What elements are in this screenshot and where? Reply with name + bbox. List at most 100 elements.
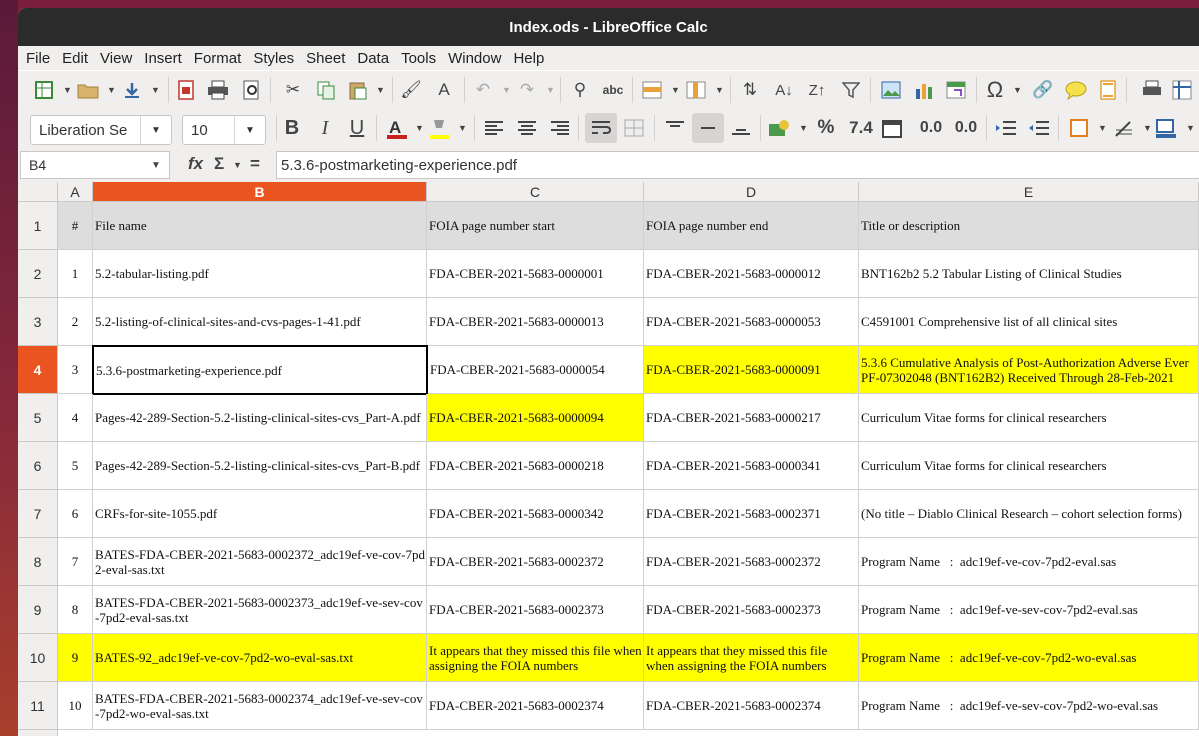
- bold-button[interactable]: B: [280, 116, 304, 140]
- table-cell[interactable]: It appears that they missed this file wh…: [644, 634, 859, 682]
- row-header[interactable]: 9: [18, 586, 58, 634]
- row-header[interactable]: 10: [18, 634, 58, 682]
- save-icon[interactable]: [120, 78, 144, 102]
- menu-view[interactable]: View: [94, 50, 138, 67]
- table-cell[interactable]: Pages-42-289-Section-5.2-listing-clinica…: [93, 442, 427, 490]
- print-preview-icon[interactable]: [240, 78, 264, 102]
- table-cell[interactable]: 9: [58, 634, 93, 682]
- increase-indent-icon[interactable]: [994, 116, 1018, 140]
- border-style-icon[interactable]: [1112, 116, 1136, 140]
- column-dropdown-icon[interactable]: ▼: [715, 85, 724, 95]
- border-style-dropdown-icon[interactable]: ▼: [1143, 123, 1152, 133]
- new-dropdown-icon[interactable]: ▼: [63, 85, 72, 95]
- row-header[interactable]: 2: [18, 250, 58, 298]
- sort-descending-icon[interactable]: Z↑: [805, 78, 829, 102]
- chevron-down-icon[interactable]: ▼: [143, 152, 169, 178]
- table-cell[interactable]: Pages-42-289-Section-5.2-listing-clinica…: [93, 394, 427, 442]
- table-cell[interactable]: 8: [58, 586, 93, 634]
- currency-dropdown-icon[interactable]: ▼: [799, 123, 808, 133]
- row-header[interactable]: 11: [18, 682, 58, 730]
- table-cell[interactable]: FDA-CBER-2021-5683-0002374: [427, 682, 644, 730]
- table-cell[interactable]: 6: [58, 490, 93, 538]
- save-dropdown-icon[interactable]: ▼: [151, 85, 160, 95]
- align-center-icon[interactable]: [515, 116, 539, 140]
- decrease-indent-icon[interactable]: [1027, 116, 1051, 140]
- border-color-icon[interactable]: [1154, 116, 1178, 140]
- table-cell[interactable]: FDA-CBER-2021-5683-0002373: [644, 586, 859, 634]
- freeze-rows-columns-icon[interactable]: [1170, 78, 1194, 102]
- formula-input[interactable]: 5.3.6-postmarketing-experience.pdf: [276, 151, 1199, 179]
- table-cell[interactable]: FDA-CBER-2021-5683-0002372: [644, 538, 859, 586]
- border-color-dropdown-icon[interactable]: ▼: [1186, 123, 1195, 133]
- comment-icon[interactable]: [1064, 78, 1088, 102]
- table-cell[interactable]: 3: [58, 346, 93, 394]
- menu-data[interactable]: Data: [351, 50, 395, 67]
- menu-sheet[interactable]: Sheet: [300, 50, 351, 67]
- find-replace-icon[interactable]: ⚲: [568, 78, 592, 102]
- table-cell[interactable]: FDA-CBER-2021-5683-0000218: [427, 442, 644, 490]
- pivot-table-icon[interactable]: [944, 78, 968, 102]
- font-color-dropdown-icon[interactable]: ▼: [415, 123, 424, 133]
- open-dropdown-icon[interactable]: ▼: [107, 85, 116, 95]
- headers-footers-icon[interactable]: [1096, 78, 1120, 102]
- row-header[interactable]: 7: [18, 490, 58, 538]
- sort-ascending-icon[interactable]: A↓: [772, 78, 796, 102]
- table-cell[interactable]: FDA-CBER-2021-5683-0000012: [644, 250, 859, 298]
- table-cell[interactable]: FDA-CBER-2021-5683-0002374: [644, 682, 859, 730]
- date-format-icon[interactable]: [880, 116, 904, 140]
- wrap-text-icon[interactable]: [585, 113, 617, 143]
- table-cell[interactable]: 7: [58, 538, 93, 586]
- column-icon[interactable]: [684, 78, 708, 102]
- number-format-button[interactable]: 7.4: [846, 116, 876, 140]
- chevron-down-icon[interactable]: ▼: [234, 116, 265, 144]
- menu-styles[interactable]: Styles: [247, 50, 300, 67]
- center-vertically-icon[interactable]: [692, 113, 724, 143]
- table-cell[interactable]: Title or description: [859, 202, 1199, 250]
- table-cell[interactable]: It appears that they missed this file wh…: [427, 634, 644, 682]
- special-character-dropdown-icon[interactable]: ▼: [1013, 85, 1022, 95]
- insert-chart-icon[interactable]: [912, 78, 936, 102]
- table-cell[interactable]: FDA-CBER-2021-5683-0000054: [428, 346, 644, 394]
- row-header[interactable]: [18, 730, 58, 736]
- align-left-icon[interactable]: [482, 116, 506, 140]
- new-spreadsheet-icon[interactable]: [32, 78, 56, 102]
- table-cell[interactable]: 2: [58, 298, 93, 346]
- table-cell[interactable]: FDA-CBER-2021-5683-0000094: [427, 394, 644, 442]
- table-cell[interactable]: 5.3.6 Cumulative Analysis of Post-Author…: [859, 346, 1199, 394]
- table-cell[interactable]: C4591001 Comprehensive list of all clini…: [859, 298, 1199, 346]
- column-header-d[interactable]: D: [644, 182, 859, 202]
- select-all-corner[interactable]: [18, 182, 58, 202]
- highlight-color-dropdown-icon[interactable]: ▼: [458, 123, 467, 133]
- align-bottom-icon[interactable]: [729, 116, 753, 140]
- special-character-icon[interactable]: Ω: [983, 77, 1007, 102]
- spelling-icon[interactable]: abc: [601, 78, 625, 102]
- table-cell[interactable]: Program Name : adc19ef-ve-cov-7pd2-eval.…: [859, 538, 1199, 586]
- row-dropdown-icon[interactable]: ▼: [671, 85, 680, 95]
- merge-center-icon[interactable]: [622, 116, 646, 140]
- define-print-area-icon[interactable]: [1140, 78, 1164, 102]
- table-cell[interactable]: 1: [58, 250, 93, 298]
- highlight-color-icon[interactable]: [428, 116, 452, 140]
- table-cell[interactable]: Program Name : adc19ef-ve-sev-cov-7pd2-e…: [859, 586, 1199, 634]
- menu-edit[interactable]: Edit: [56, 50, 94, 67]
- table-cell[interactable]: (No title – Diablo Clinical Research – c…: [859, 490, 1199, 538]
- copy-icon[interactable]: [314, 78, 338, 102]
- menu-help[interactable]: Help: [507, 50, 550, 67]
- underline-button[interactable]: U: [345, 116, 369, 140]
- table-cell[interactable]: Curriculum Vitae forms for clinical rese…: [859, 442, 1199, 490]
- table-cell[interactable]: 4: [58, 394, 93, 442]
- table-cell[interactable]: Curriculum Vitae forms for clinical rese…: [859, 394, 1199, 442]
- table-cell[interactable]: FOIA page number end: [644, 202, 859, 250]
- redo-dropdown-icon[interactable]: ▼: [546, 85, 555, 95]
- redo-icon[interactable]: ↷: [515, 78, 539, 102]
- clone-formatting-icon[interactable]: 🖌: [399, 78, 423, 102]
- table-cell[interactable]: 5.2-tabular-listing.pdf: [93, 250, 427, 298]
- delete-decimal-button[interactable]: 0.0: [950, 116, 982, 140]
- table-cell[interactable]: Program Name : adc19ef-ve-cov-7pd2-wo-ev…: [859, 634, 1199, 682]
- currency-format-icon[interactable]: [768, 116, 792, 140]
- export-pdf-icon[interactable]: [174, 78, 198, 102]
- sum-icon[interactable]: Σ: [214, 154, 224, 174]
- table-cell[interactable]: BATES-FDA-CBER-2021-5683-0002372_adc19ef…: [93, 538, 427, 586]
- row-header[interactable]: 3: [18, 298, 58, 346]
- table-cell[interactable]: BATES-FDA-CBER-2021-5683-0002373_adc19ef…: [93, 586, 427, 634]
